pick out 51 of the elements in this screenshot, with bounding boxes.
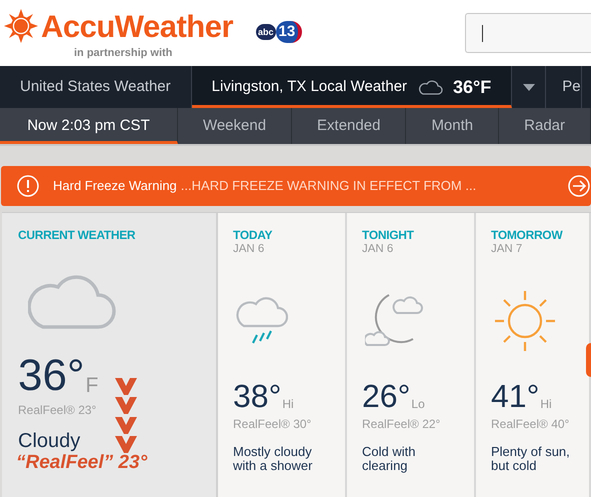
realfeel-text: RealFeel® 23° bbox=[18, 402, 98, 419]
sub-tab[interactable]: Weekend bbox=[178, 108, 292, 144]
weather-phrase: Cloudy bbox=[18, 431, 82, 451]
forecast-card[interactable]: TODAY JAN 6 38°Hi RealFeel® 30° Mostly cloudy with a shower bbox=[218, 213, 347, 497]
weather-phrase: Cold with clearing bbox=[362, 445, 416, 473]
sun-icon bbox=[494, 290, 556, 352]
realfeel-text: RealFeel® 40° bbox=[491, 416, 570, 433]
alert-text: ...HARD FREEZE WARNING IN EFFECT FROM ... bbox=[180, 177, 476, 196]
temperature-unit: Hi bbox=[540, 396, 552, 413]
temperature: 36° bbox=[18, 354, 85, 398]
temperature: 41° bbox=[491, 380, 540, 412]
alert-title: Hard Freeze Warning bbox=[53, 177, 177, 196]
scroll-button[interactable] bbox=[586, 343, 591, 377]
card-date: JAN 6 bbox=[362, 242, 394, 256]
card-date: JAN 6 bbox=[233, 242, 266, 256]
card-title: TODAY bbox=[233, 228, 274, 242]
realfeel-text: RealFeel® 30° bbox=[233, 416, 312, 433]
sub-tab[interactable]: Now 2:03 pm CST bbox=[0, 108, 178, 144]
temperature: 26° bbox=[362, 380, 410, 412]
realfeel-label: “RealFeel” 23° bbox=[16, 453, 148, 472]
search-field[interactable] bbox=[465, 13, 591, 53]
cloud-icon bbox=[417, 79, 444, 95]
logo-text: 13 bbox=[276, 21, 302, 43]
nav-tab[interactable]: Livingston, TX Local Weather 36°F bbox=[192, 66, 512, 108]
cloud-icon bbox=[28, 275, 116, 329]
forecast-card[interactable]: TOMORROW JAN 7 41°Hi RealFeel® 40° Plenty of sun, but cold bbox=[476, 213, 591, 497]
sub-tab[interactable]: Month bbox=[406, 108, 500, 144]
chevrons-down-icon bbox=[115, 378, 137, 455]
forecast-card[interactable]: TONIGHT JAN 6 26°Lo RealFeel® 22° Cold with clearing bbox=[347, 213, 476, 497]
card-title: CURRENT WEATHER bbox=[18, 228, 136, 242]
sun-logo-icon bbox=[4, 9, 38, 43]
card-title: TONIGHT bbox=[362, 228, 415, 242]
logo-text: abc bbox=[256, 24, 276, 40]
caret-icon bbox=[522, 84, 535, 90]
arrow-right-icon[interactable] bbox=[568, 175, 590, 197]
weather-phrase: Mostly cloudy with a shower bbox=[233, 445, 314, 473]
partner-text: in partnership with bbox=[74, 46, 172, 61]
temperature-unit: Lo bbox=[411, 396, 425, 413]
card-date: JAN 7 bbox=[491, 242, 524, 256]
temperature: 38° bbox=[233, 380, 282, 412]
partner-logo[interactable]: abc 13 bbox=[256, 21, 302, 43]
weather-phrase: Plenty of sun, but cold bbox=[491, 445, 571, 473]
current-weather-card[interactable]: CURRENT WEATHER 36°F RealFeel® 23° Cloudy “RealFeel” 23° bbox=[2, 213, 218, 497]
temperature-unit: Hi bbox=[282, 396, 294, 413]
exclamation-icon bbox=[17, 175, 39, 197]
temperature-unit: F bbox=[86, 372, 98, 398]
sub-tab[interactable]: Extended bbox=[292, 108, 406, 144]
sub-tab[interactable]: Radar bbox=[499, 108, 591, 144]
rain-cloud-icon bbox=[236, 296, 288, 346]
realfeel-text: RealFeel® 22° bbox=[362, 416, 442, 433]
card-title: TOMORROW bbox=[491, 228, 564, 242]
